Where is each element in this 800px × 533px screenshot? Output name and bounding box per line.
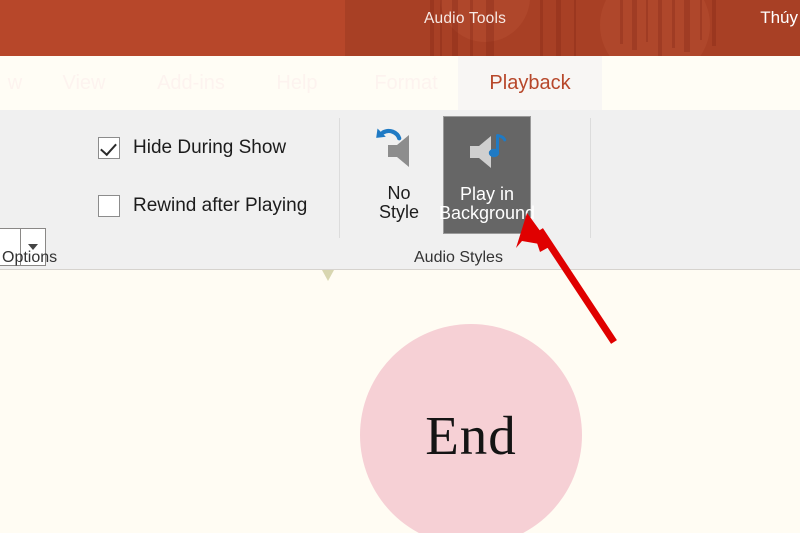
- contextual-tab-band: [345, 0, 800, 56]
- group-separator: [339, 118, 340, 238]
- ribbon-tab-strip: w View Add-ins Help Format Playback Tell…: [0, 56, 800, 149]
- checkbox-hide-during-show[interactable]: Hide During Show: [98, 137, 286, 159]
- tab-help[interactable]: Help: [258, 56, 336, 110]
- tab-label: w: [7, 71, 23, 94]
- tab-show[interactable]: w: [0, 56, 38, 110]
- tab-label: Add-ins: [157, 71, 225, 94]
- checkbox-label: Hide During Show: [133, 137, 287, 158]
- tab-label: Help: [276, 71, 318, 94]
- tab-label: Playback: [489, 71, 571, 94]
- group-label-options: Options: [2, 249, 58, 266]
- powerpoint-window: Audio Tools Thúy w View Add-ins Help For…: [0, 0, 800, 533]
- slide-shape-text: End: [425, 404, 517, 466]
- tab-format[interactable]: Format: [354, 56, 458, 110]
- checkbox-label: Rewind after Playing: [133, 195, 308, 216]
- slide-shape-end[interactable]: End: [360, 324, 582, 533]
- tab-label: View: [62, 71, 106, 94]
- title-band: Audio Tools Thúy: [0, 0, 800, 56]
- checkbox-rewind-after-playing[interactable]: Rewind after Playing: [98, 195, 307, 217]
- slide-marker-icon: [322, 270, 334, 281]
- speaker-music-note-icon: [458, 127, 516, 177]
- button-label: Play in Background: [438, 184, 536, 224]
- group-label-audio-styles: Audio Styles: [414, 249, 503, 266]
- button-play-in-background[interactable]: Play in Background: [439, 116, 535, 234]
- button-label: No Style: [378, 183, 420, 223]
- group-separator: [590, 118, 591, 238]
- user-name-label: Thúy: [760, 8, 798, 27]
- speaker-undo-icon: [370, 126, 428, 176]
- checkbox-box[interactable]: [98, 195, 120, 217]
- ribbon-body: Hide During Show Rewind after Playing Op…: [0, 110, 800, 270]
- contextual-tab-title: Audio Tools: [424, 10, 507, 27]
- tab-label: Format: [374, 71, 438, 94]
- tab-view[interactable]: View: [48, 56, 120, 110]
- button-no-style[interactable]: No Style: [363, 116, 435, 234]
- checkbox-box[interactable]: [98, 137, 120, 159]
- tab-playback[interactable]: Playback: [458, 56, 602, 110]
- tab-add-ins[interactable]: Add-ins: [136, 56, 246, 110]
